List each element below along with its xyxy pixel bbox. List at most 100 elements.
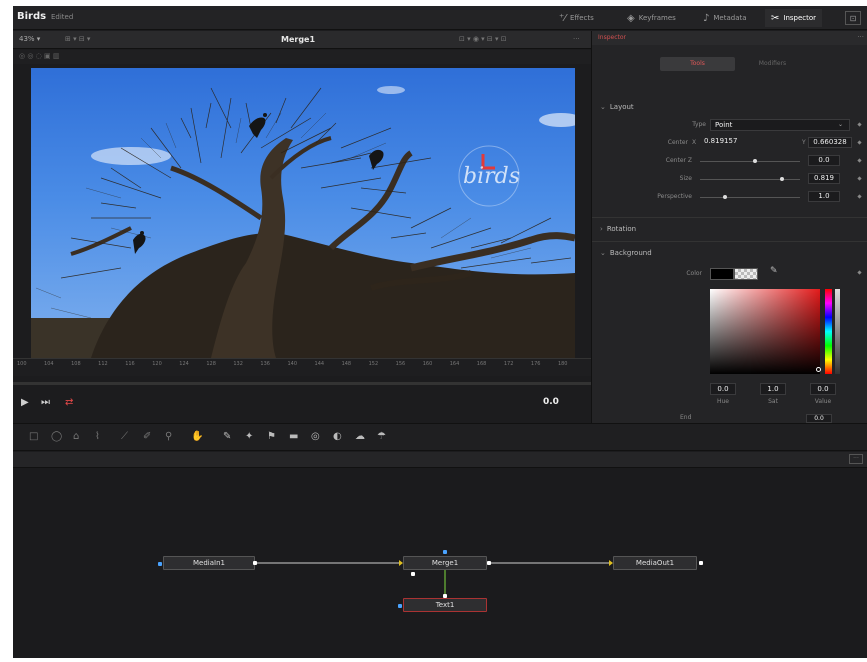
sat-label: Sat [768,398,778,405]
ruler-tick-label: 180 [557,361,568,367]
center-x-field[interactable]: 0.819157 [700,137,756,148]
node-editor-more-button[interactable]: ··· [849,454,863,464]
rectangle-tool-icon[interactable]: □ [29,431,38,442]
chevron-down-icon: ⌄ [600,249,606,257]
perspective-field[interactable]: 1.0 [808,191,840,202]
3d-tool-icon[interactable]: ☂ [377,431,386,442]
ruler-tick-label: 144 [314,361,325,367]
keyframe-icon[interactable] [857,176,862,181]
node-text[interactable]: Text1 [403,598,487,612]
node-output-port[interactable] [487,561,491,565]
center-y-field[interactable]: 0.660328 [808,137,852,148]
center-z-field[interactable]: 0.0 [808,155,840,166]
tree-birds-illustration [31,86,575,358]
paint-tool-icon[interactable]: ⟋ [121,431,128,442]
node-editor-canvas[interactable]: MediaIn1 Merge1 MediaOut1 Text1 [13,468,867,658]
scrub-bar[interactable] [13,382,591,385]
effects-button[interactable]: ⁺⁄ Effects [553,9,600,27]
keyframe-icon[interactable] [857,122,862,127]
node-output-port[interactable] [699,561,703,565]
background-tool-icon[interactable]: ✦ [245,431,253,442]
polygon-tool-icon[interactable]: ⌂ [73,431,79,442]
size-slider[interactable] [700,179,800,180]
blur-tool-icon[interactable]: ◎ [311,431,320,442]
node-input-port[interactable] [398,604,402,608]
tab-tools[interactable]: Tools [660,57,735,71]
channel-icons[interactable]: ◎ ◎ ◌ ▣ ▥ [19,52,59,60]
ruler-tick-label: 148 [341,361,352,367]
ruler-tick-label: 156 [395,361,406,367]
ruler-tick-label: 160 [422,361,433,367]
play-icon[interactable]: ▶ [21,397,29,408]
ruler-tick-label: 168 [476,361,487,367]
color-cursor[interactable] [816,367,821,372]
timeline-ruler[interactable]: 100 104 108 112 116 120 124 128 132 136 140 144 148 1… [13,358,591,376]
keyframes-label: Keyframes [638,14,676,22]
brush-tool-icon[interactable]: ✐ [143,431,151,442]
keyframes-button[interactable]: ◈ Keyframes [621,9,682,27]
viewer-tools-icon[interactable]: ⊡ ▾ ◉ ▾ ⊟ ▾ ⊡ [459,35,507,43]
node-output-port[interactable] [253,561,257,565]
hand-tool-icon[interactable]: ✋ [191,431,203,442]
center-z-slider[interactable] [700,161,800,162]
layout-section-header[interactable]: ⌄ Layout [600,103,634,111]
keyframe-icon[interactable] [857,270,862,275]
alpha-swatch[interactable] [734,268,758,280]
value-field[interactable]: 0.0 [810,383,836,395]
node-media-in[interactable]: MediaIn1 [163,556,255,570]
loop-icon[interactable]: ⇄ [65,397,73,408]
view-options-icon[interactable]: ⊞ ▾ ⊟ ▾ [65,35,90,43]
size-field[interactable]: 0.819 [808,173,840,184]
center-z-label: Center Z [665,157,692,164]
node-input-port[interactable] [443,550,447,554]
inspector-more-button[interactable]: ··· [857,33,864,41]
hue-label: Hue [716,398,729,405]
mask-tool-icon[interactable]: ⚲ [165,431,172,442]
ruler-tick-label: 124 [179,361,189,367]
hue-bar[interactable] [825,289,832,374]
node-input-port[interactable] [158,562,162,566]
end-field[interactable]: 0.0 [806,414,832,423]
metadata-button[interactable]: ♪ Metadata [697,9,753,27]
viewer-more-button[interactable]: ··· [573,35,580,43]
tab-modifiers[interactable]: Modifiers [735,57,810,71]
skip-to-end-icon[interactable]: ⏭ [41,397,50,408]
alpha-bar[interactable] [835,289,840,374]
center-z-slider-knob[interactable] [753,159,757,163]
keyframe-icon[interactable] [857,140,862,145]
metadata-icon: ♪ [703,12,710,24]
viewer-image[interactable]: birds [31,68,575,358]
color-saturation-field[interactable] [710,289,820,374]
zoom-dropdown[interactable]: 43% ▾ [19,35,40,43]
node-mask-port[interactable] [411,572,415,576]
background-section-header[interactable]: ⌄ Background [600,249,652,257]
fullscreen-button[interactable]: ⊡ [845,11,861,25]
inspector-button[interactable]: ✂ Inspector [765,9,823,27]
eyedropper-icon[interactable]: ✎ [770,266,778,276]
node-merge[interactable]: Merge1 [403,556,487,570]
transform-tool-icon[interactable]: ▬ [289,431,298,442]
merge-tool-icon[interactable]: ⚑ [267,431,276,442]
bspline-tool-icon[interactable]: ⌇ [95,431,100,442]
node-output-port[interactable] [443,594,447,598]
ellipse-tool-icon[interactable]: ◯ [51,431,62,442]
keyframe-icon[interactable] [857,194,862,199]
particles-tool-icon[interactable]: ☁ [355,431,365,442]
node-media-out[interactable]: MediaOut1 [613,556,697,570]
size-slider-knob[interactable] [780,177,784,181]
ruler-tick-label: 100 [17,361,27,367]
sat-field[interactable]: 1.0 [760,383,786,395]
ruler-tick-label: 112 [98,361,108,367]
perspective-slider-knob[interactable] [723,195,727,199]
text-tool-icon[interactable]: ✎ [223,431,231,442]
ruler-tick-label: 164 [449,361,460,367]
type-dropdown[interactable]: Point ⌄ [710,119,850,131]
keyframe-icon[interactable] [857,158,862,163]
color-swatch[interactable] [710,268,734,280]
hue-field[interactable]: 0.0 [710,383,736,395]
timecode[interactable]: 0.0 [543,397,559,407]
rotation-section-header[interactable]: › Rotation [600,225,636,233]
color-corrector-icon[interactable]: ◐ [333,431,342,442]
center-x-tag: X [692,139,697,146]
perspective-slider[interactable] [700,197,800,198]
